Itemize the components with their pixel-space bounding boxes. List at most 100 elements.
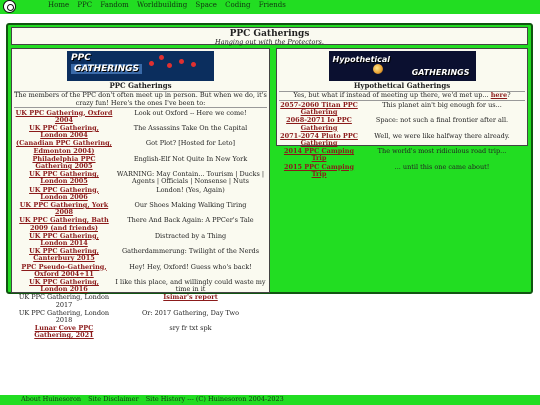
footer-disclaimer-link[interactable]: Site Disclaimer [88, 395, 138, 403]
gathering-desc-cell: Isimar's report [114, 294, 267, 309]
left-section-title: PPC Gatherings [109, 81, 172, 90]
gathering-desc-cell: WARNING: May Contain... Tourism | Ducks … [114, 170, 267, 186]
map-pin-icon [159, 55, 164, 60]
hypothetical-table: 2057-2060 Titan PPC Gathering This planet… [279, 101, 525, 179]
nav-worldbuilding[interactable]: Worldbuilding [137, 1, 187, 9]
nav-ppc[interactable]: PPC [77, 1, 92, 9]
gathering-description: I like this place, and willingly could w… [115, 277, 266, 294]
footer-history-link[interactable]: Site History --- (C) Huinesoron 2004-202… [146, 395, 284, 403]
gathering-desc-cell: The world's most ridiculous road trip... [359, 148, 525, 163]
table-row: PPC Pseudo-Gathering, Oxford 2004+11 Hey!… [14, 263, 267, 278]
gathering-name-cell: Philadelphia PPC Gathering 2005 [14, 155, 114, 170]
table-row: 2057-2060 Titan PPC Gathering This planet… [279, 101, 525, 117]
gathering-description: Space: not such a final frontier after a… [375, 116, 509, 125]
gathering-link[interactable]: 2071-2074 Pluto PPC Gathering [280, 132, 358, 147]
gathering-desc-cell: Space: not such a final frontier after a… [359, 117, 525, 132]
gathering-desc-cell: sry fr txt spk [114, 325, 267, 340]
gathering-description: This planet ain't big enough for us... [382, 101, 502, 109]
gathering-desc-cell: Gatherdammerung: Twilight of the Nerds [114, 248, 267, 263]
nav-coding[interactable]: Coding [225, 1, 250, 9]
ppc-gatherings-banner-image: PPC GATHERINGS [67, 51, 214, 81]
gathering-link[interactable]: 2015 PPC Camping Trip [284, 163, 354, 178]
gathering-link[interactable]: UK PPC Gathering, London 2005 [29, 170, 99, 185]
table-row: UK PPC Gathering, Canterbury 2015 Gatherd… [14, 248, 267, 263]
right-section-title: Hypothetical Gatherings [353, 81, 451, 90]
top-nav-bar: Home PPC Fandom Worldbuilding Space Codi… [0, 0, 540, 14]
table-row: UK PPC Gathering, Oxford 2004 Look out Ox… [14, 109, 267, 124]
nav-friends[interactable]: Friends [259, 1, 286, 9]
report-link[interactable]: Isimar's report [163, 293, 217, 301]
gathering-description: Look out Oxford -- Here we come! [134, 108, 247, 117]
here-link[interactable]: here [491, 91, 507, 99]
gathering-name-cell: UK PPC Gathering, London 2017 [14, 294, 114, 309]
site-logo-icon[interactable] [3, 0, 16, 13]
table-row: UK PPC Gathering, London 2005 WARNING: Ma… [14, 170, 267, 186]
right-intro-suffix: ? [507, 91, 511, 99]
gathering-link[interactable]: UK PPC Gathering, Bath 2009 (and friends… [19, 216, 109, 232]
table-row: (Canadian PPC Gathering, Edmonton 2004) G… [14, 140, 267, 155]
gathering-description: Or: 2017 Gathering, Day Two [141, 308, 240, 317]
gathering-name-cell: 2071-2074 Pluto PPC Gathering [279, 132, 359, 147]
gathering-desc-cell: Look out Oxford -- Here we come! [114, 109, 267, 124]
gathering-name-cell: 2014 PPC Camping Trip [279, 148, 359, 163]
table-row: 2014 PPC Camping Trip The world's most ri… [279, 148, 525, 163]
gathering-name-cell: (Canadian PPC Gathering, Edmonton 2004) [14, 140, 114, 155]
right-intro-prefix: Yes, but what if instead of meeting up t… [293, 91, 489, 99]
gathering-link[interactable]: UK PPC Gathering, London 2004 [29, 124, 99, 139]
gathering-description: Well, we were like halfway there already… [374, 131, 510, 140]
table-row: Lunar Cove PPC Gathering, 2021 sry fr txt… [14, 325, 267, 340]
gathering-name-cell: Lunar Cove PPC Gathering, 2021 [14, 325, 114, 340]
gathering-link[interactable]: UK PPC Gathering, York 2008 [20, 201, 108, 216]
gathering-desc-cell: Well, we were like halfway there already… [359, 132, 525, 147]
gathering-link[interactable]: UK PPC Gathering, London 2006 [29, 186, 99, 201]
gathering-link[interactable]: 2014 PPC Camping Trip [284, 147, 354, 163]
footer-bar: About Huinesoron Site Disclaimer Site Hi… [0, 395, 540, 405]
footer-about-link[interactable]: About Huinesoron [21, 395, 81, 403]
gathering-desc-cell: Or: 2017 Gathering, Day Two [114, 309, 267, 324]
gathering-link[interactable]: UK PPC Gathering, London 2016 [29, 278, 99, 293]
gathering-name-cell: UK PPC Gathering, Bath 2009 (and friends… [14, 217, 114, 232]
gathering-link[interactable]: UK PPC Gathering, Canterbury 2015 [29, 247, 99, 263]
gathering-name-cell: 2015 PPC Camping Trip [279, 163, 359, 178]
gathering-description: Our Shoes Making Walking Tiring [134, 200, 247, 209]
gathering-link[interactable]: Lunar Cove PPC Gathering, 2021 [34, 324, 93, 340]
table-row: UK PPC Gathering, York 2008 Our Shoes Mak… [14, 201, 267, 216]
map-pin-icon [191, 62, 196, 67]
gathering-description: There And Back Again: A PPCer's Tale [127, 216, 254, 225]
page-subtitle: Hanging out with the Protectors. [215, 38, 324, 46]
gathering-desc-cell: Distracted by a Thing [114, 232, 267, 247]
gathering-link[interactable]: 2057-2060 Titan PPC Gathering [280, 101, 358, 116]
gathering-link[interactable]: Philadelphia PPC Gathering 2005 [32, 155, 95, 170]
gathering-link[interactable]: UK PPC Gathering, Oxford 2004 [16, 109, 113, 124]
gathering-link[interactable]: (Canadian PPC Gathering, Edmonton 2004) [16, 139, 112, 155]
gathering-link[interactable]: PPC Pseudo-Gathering, Oxford 2004+11 [21, 263, 106, 278]
gathering-desc-cell: Hey! Hey, Oxford! Guess who's back! [114, 263, 267, 278]
gathering-desc-cell: There And Back Again: A PPCer's Tale [114, 217, 267, 232]
gathering-name-cell: UK PPC Gathering, London 2016 [14, 278, 114, 293]
gathering-name-cell: UK PPC Gathering, Canterbury 2015 [14, 248, 114, 263]
nav-home[interactable]: Home [48, 1, 69, 9]
gathering-name-cell: 2068-2071 Io PPC Gathering [279, 117, 359, 132]
map-pin-icon [167, 63, 172, 68]
gathering-description: Got Plot? [Hosted for Leto] [145, 139, 236, 148]
gathering-desc-cell: ... until this one came about! [359, 163, 525, 178]
nav-space[interactable]: Space [195, 1, 217, 9]
gathering-name-cell: UK PPC Gathering, London 2004 [14, 124, 114, 139]
nav-fandom[interactable]: Fandom [100, 1, 128, 9]
gathering-desc-cell: Our Shoes Making Walking Tiring [114, 201, 267, 216]
gathering-description: WARNING: May Contain... Tourism | Ducks … [116, 170, 265, 186]
gathering-description: sry fr txt spk [169, 324, 212, 333]
table-row: UK PPC Gathering, London 2014 Distracted … [14, 232, 267, 247]
left-intro-text: The members of the PPC don't often meet … [14, 91, 267, 108]
gathering-link[interactable]: 2068-2071 Io PPC Gathering [286, 116, 352, 132]
gathering-name-cell: PPC Pseudo-Gathering, Oxford 2004+11 [14, 263, 114, 278]
table-row: 2068-2071 Io PPC Gathering Space: not suc… [279, 117, 525, 132]
gathering-name-cell: UK PPC Gathering, London 2014 [14, 232, 114, 247]
gathering-description: Distracted by a Thing [154, 231, 227, 240]
gathering-link[interactable]: UK PPC Gathering, London 2014 [29, 232, 99, 247]
table-row: 2071-2074 Pluto PPC Gathering Well, we we… [279, 132, 525, 147]
banner-text-gatherings: GATHERINGS [411, 68, 470, 77]
map-pin-icon [179, 59, 184, 64]
ppc-gatherings-panel: PPC GATHERINGS PPC Gatherings The member… [11, 48, 270, 339]
map-pin-icon [149, 61, 154, 66]
